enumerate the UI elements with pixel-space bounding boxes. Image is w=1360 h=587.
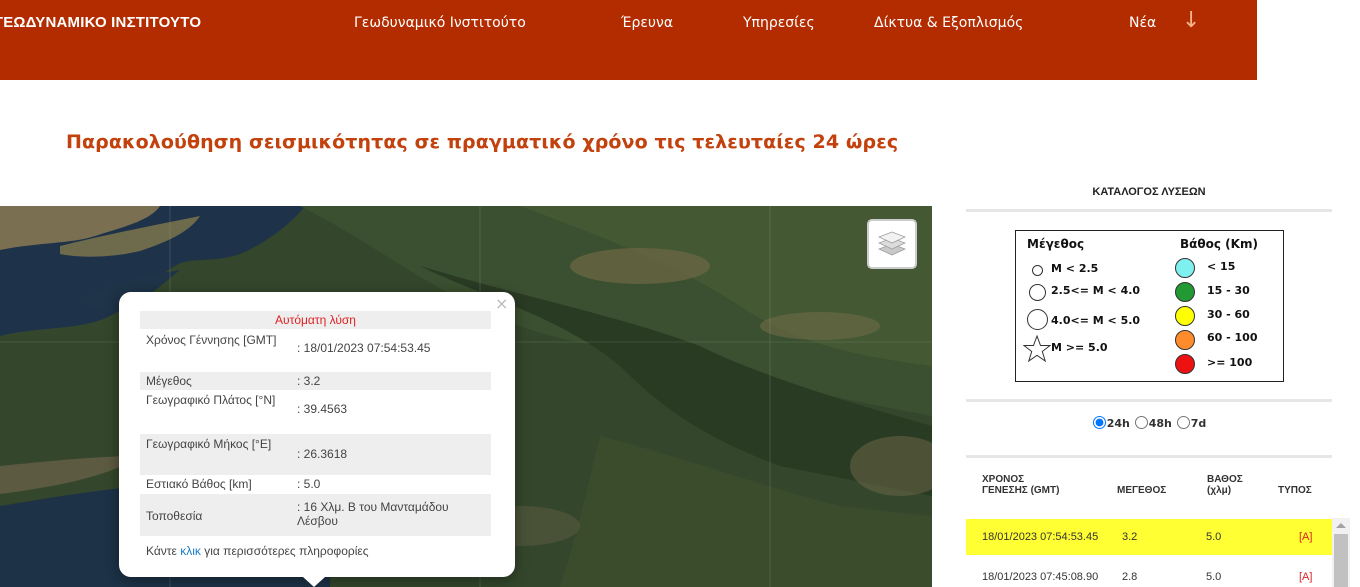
close-icon[interactable]: × [495, 294, 508, 313]
depth-color-icon [1175, 354, 1195, 374]
nav-item-research[interactable]: Έρευνα [621, 15, 673, 31]
depth-color-icon [1175, 330, 1195, 350]
popup-footer: Κάντε κλικ για περισσότερες πληροφορίες [146, 544, 369, 558]
solutions-catalog-title: ΚΑΤΑΛΟΓΟΣ ΛΥΣΕΩΝ [1092, 186, 1206, 198]
column-header-depth[interactable]: ΒΑΘΟΣ (χλμ) [1207, 474, 1243, 496]
popup-row-latitude: Γεωγραφικό Πλάτος [°N] : 39.4563 [146, 393, 348, 416]
separator [966, 399, 1332, 402]
range-48h-radio[interactable] [1134, 416, 1148, 429]
range-24h-radio[interactable] [1092, 416, 1106, 429]
arrow-down-icon[interactable]: ↓ [1182, 8, 1200, 33]
top-navbar [0, 0, 1257, 80]
magnitude-small-icon [1032, 265, 1043, 276]
table-row[interactable]: 18/01/2023 07:45:08.90 2.8 5.0 [A] [966, 559, 1332, 587]
more-info-link[interactable]: κλικ [180, 544, 201, 558]
magnitude-large-icon [1027, 309, 1048, 330]
popup-row-longitude: Γεωγραφικό Μήκος [°E] : 26.3618 [140, 434, 491, 475]
popup-row-depth: Εστιακό Βάθος [km] : 5.0 [146, 477, 321, 491]
depth-color-icon [1175, 306, 1195, 326]
time-range-selector: 24h 48h 7d [966, 416, 1332, 430]
column-header-magnitude[interactable]: ΜΕΓΕΘΟΣ [1117, 485, 1166, 496]
separator [966, 455, 1332, 458]
range-24h[interactable]: 24h [1092, 416, 1130, 430]
popup-row-magnitude: Μέγεθος : 3.2 [140, 372, 491, 390]
popup-row-location: Τοποθεσία : 16 Χλμ. Β του Μανταμάδου Λέσ… [140, 494, 491, 536]
popup-row-origin-time: Χρόνος Γέννησης [GMT] : 18/01/2023 07:54… [146, 333, 431, 355]
legend-depth-header: Βάθος (Km) [1180, 237, 1258, 251]
popup-tip [303, 577, 325, 587]
column-header-origin-time[interactable]: ΧΡΟΝΟΣ ΓΕΝΕΣΗΣ (GMT) [982, 474, 1059, 496]
range-48h[interactable]: 48h [1134, 416, 1172, 430]
legend-magnitude-header: Μέγεθος [1027, 237, 1085, 251]
nav-item-networks-equipment[interactable]: Δίκτυα & Εξοπλισμός [874, 15, 1023, 31]
depth-color-icon [1175, 282, 1195, 302]
table-row[interactable]: 18/01/2023 07:54:53.45 3.2 5.0 [A] [966, 519, 1332, 555]
nav-item-news[interactable]: Νέα [1129, 15, 1156, 31]
column-header-type[interactable]: ΤΥΠΟΣ [1278, 485, 1312, 496]
layers-icon [877, 231, 907, 256]
nav-item-services[interactable]: Υπηρεσίες [743, 15, 815, 31]
scroll-up-arrow-icon[interactable] [1336, 523, 1346, 528]
popup-title: Αυτόματη λύση [140, 311, 491, 329]
depth-color-icon [1175, 258, 1195, 278]
page-title: Παρακολούθηση σεισμικότητας σε πραγματικ… [66, 131, 899, 153]
brand-logo-text[interactable]: ΓΕΩΔΥΝΑΜΙΚΟ ΙΝΣΤΙΤΟΥΤΟ [0, 14, 201, 31]
range-7d-radio[interactable] [1176, 416, 1190, 429]
magnitude-medium-icon [1029, 284, 1046, 301]
scrollbar-thumb[interactable] [1334, 534, 1348, 587]
range-7d[interactable]: 7d [1176, 416, 1206, 430]
layers-control-button[interactable] [867, 219, 917, 269]
separator [966, 209, 1332, 212]
nav-item-geodynamic-institute[interactable]: Γεωδυναμικό Ινστιτούτο [354, 15, 526, 31]
star-icon [1023, 335, 1051, 363]
legend-box: Μέγεθος Βάθος (Km) M < 2.5 2.5<= M < 4.0… [1015, 230, 1284, 382]
